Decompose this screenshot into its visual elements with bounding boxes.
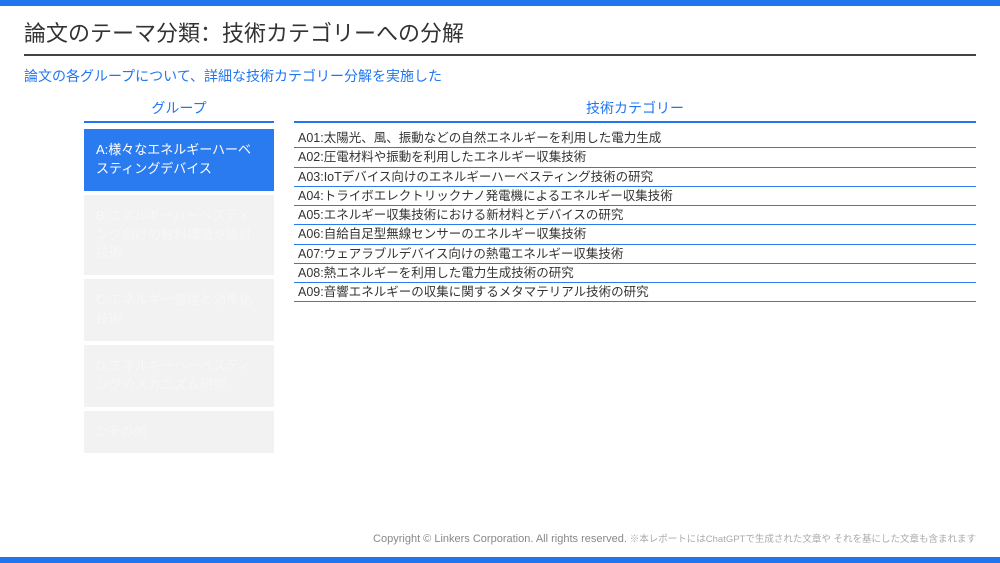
category-item-4: A05:エネルギー収集技術における新材料とデバイスの研究 <box>294 206 976 225</box>
group-item-1[interactable]: B:エネルギーハーベスティング向けの材料構造や設計技術 <box>84 195 274 276</box>
group-item-0[interactable]: A:様々なエネルギーハーベスティングデバイス <box>84 129 274 191</box>
group-item-3[interactable]: D:エネルギーハーベスティングのメカニズム研究 <box>84 345 274 407</box>
category-column: 技術カテゴリー A01:太陽光、風、振動などの自然エネルギーを利用した電力生成A… <box>274 98 976 457</box>
group-column: グループ A:様々なエネルギーハーベスティングデバイスB:エネルギーハーベスティ… <box>24 98 274 457</box>
category-item-1: A02:圧電材料や振動を利用したエネルギー収集技術 <box>294 148 976 167</box>
page-title: 論文のテーマ分類：技術カテゴリーへの分解 <box>24 16 976 56</box>
category-item-8: A09:音響エネルギーの収集に関するメタマテリアル技術の研究 <box>294 283 976 302</box>
category-item-7: A08:熱エネルギーを利用した電力生成技術の研究 <box>294 264 976 283</box>
category-list: A01:太陽光、風、振動などの自然エネルギーを利用した電力生成A02:圧電材料や… <box>294 129 976 302</box>
group-item-2[interactable]: C:エネルギー管理と効率化技術 <box>84 279 274 341</box>
group-column-header: グループ <box>84 98 274 123</box>
category-item-5: A06:自給自足型無線センサーのエネルギー収集技術 <box>294 225 976 244</box>
subtitle: 論文の各グループについて、詳細な技術カテゴリー分解を実施した <box>24 66 976 86</box>
category-item-3: A04:トライボエレクトリックナノ発電機によるエネルギー収集技術 <box>294 187 976 206</box>
slide-content: 論文のテーマ分類：技術カテゴリーへの分解 論文の各グループについて、詳細な技術カ… <box>0 6 1000 457</box>
bottom-accent-bar <box>0 557 1000 563</box>
category-item-6: A07:ウェアラブルデバイス向けの熱電エネルギー収集技術 <box>294 245 976 264</box>
category-item-2: A03:IoTデバイス向けのエネルギーハーベスティング技術の研究 <box>294 168 976 187</box>
category-column-header: 技術カテゴリー <box>294 98 976 123</box>
group-item-4[interactable]: Z:その他 <box>84 411 274 454</box>
main-row: グループ A:様々なエネルギーハーベスティングデバイスB:エネルギーハーベスティ… <box>24 98 976 457</box>
category-item-0: A01:太陽光、風、振動などの自然エネルギーを利用した電力生成 <box>294 129 976 148</box>
footer-note: ※本レポートにはChatGPTで生成された文章や それを基にした文章も含まれます <box>630 531 976 545</box>
group-list: A:様々なエネルギーハーベスティングデバイスB:エネルギーハーベスティング向けの… <box>84 129 274 453</box>
